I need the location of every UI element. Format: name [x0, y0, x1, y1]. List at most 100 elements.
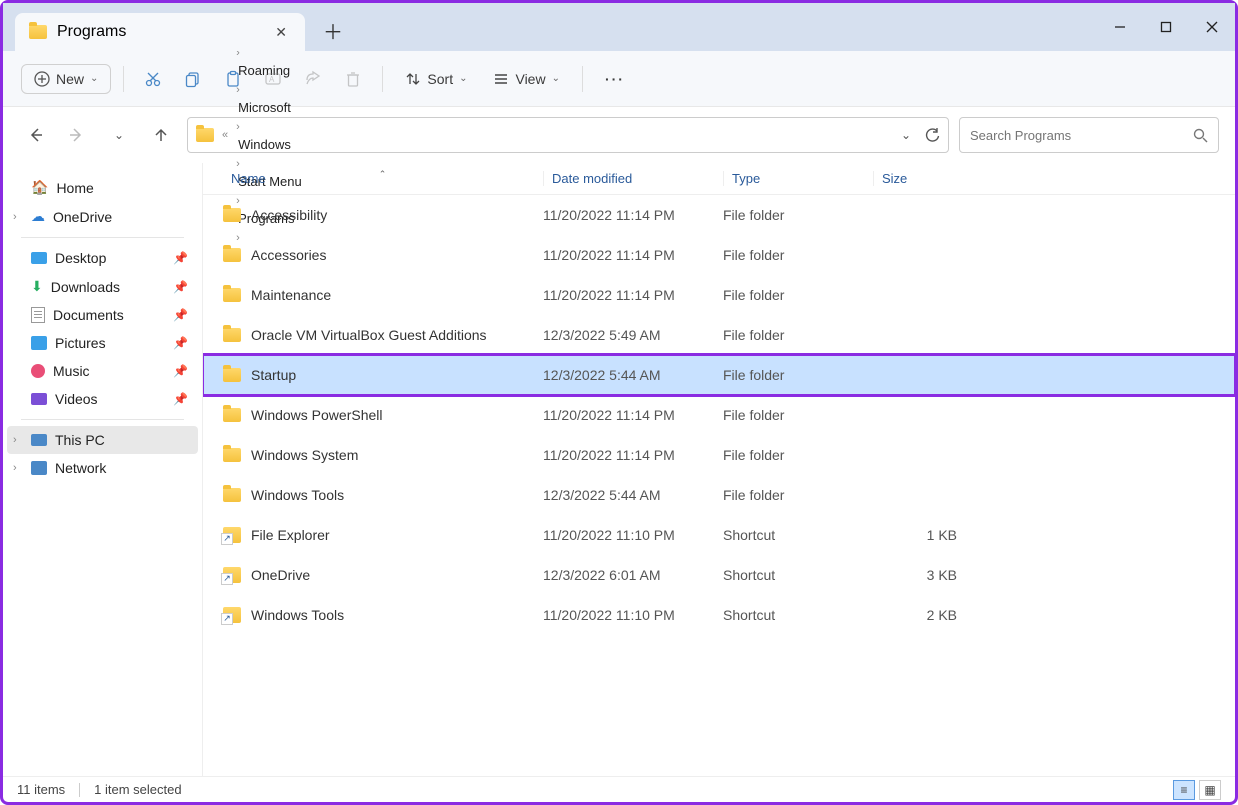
file-name: Windows Tools	[251, 487, 344, 503]
new-button[interactable]: New ⌄	[21, 64, 111, 94]
sidebar-item-home[interactable]: 🏠 Home	[7, 173, 198, 202]
file-name: OneDrive	[251, 567, 310, 583]
folder-icon	[223, 448, 241, 462]
tab-title: Programs	[57, 23, 126, 41]
pictures-icon	[31, 336, 47, 350]
docs-icon	[31, 307, 45, 323]
file-row[interactable]: Windows Tools12/3/2022 5:44 AMFile folde…	[203, 475, 1235, 515]
file-row[interactable]: Windows System11/20/2022 11:14 PMFile fo…	[203, 435, 1235, 475]
file-date: 11/20/2022 11:14 PM	[543, 207, 723, 223]
column-label: Date modified	[552, 171, 632, 186]
file-type: Shortcut	[723, 567, 873, 583]
file-type: File folder	[723, 407, 873, 423]
column-name[interactable]: ⌃ Name	[223, 171, 543, 186]
minimize-button[interactable]	[1097, 7, 1143, 47]
sidebar-item-label: This PC	[55, 432, 105, 448]
chevron-right-icon[interactable]: ›	[234, 84, 242, 96]
sidebar-item-music[interactable]: Music📌	[7, 357, 198, 385]
up-button[interactable]	[145, 119, 177, 151]
file-size: 2 KB	[873, 607, 973, 623]
sidebar-item-videos[interactable]: Videos📌	[7, 385, 198, 413]
view-label: View	[515, 71, 545, 87]
pin-icon[interactable]: 📌	[173, 308, 188, 322]
close-tab-icon[interactable]: ✕	[271, 20, 291, 45]
status-item-count: 11 items	[17, 782, 65, 797]
sidebar-item-downloads[interactable]: ⬇Downloads📌	[7, 272, 198, 301]
refresh-button[interactable]	[925, 128, 940, 143]
sidebar-item-label: Home	[56, 180, 93, 196]
file-date: 12/3/2022 5:49 AM	[543, 327, 723, 343]
sidebar-item-onedrive[interactable]: › ☁ OneDrive	[7, 202, 198, 231]
file-row[interactable]: Accessories11/20/2022 11:14 PMFile folde…	[203, 235, 1235, 275]
tab-programs[interactable]: Programs ✕	[15, 13, 305, 51]
recent-button[interactable]: ⌄	[103, 119, 135, 151]
file-row[interactable]: Maintenance11/20/2022 11:14 PMFile folde…	[203, 275, 1235, 315]
file-date: 11/20/2022 11:14 PM	[543, 247, 723, 263]
sidebar-item-documents[interactable]: Documents📌	[7, 301, 198, 329]
pin-icon[interactable]: 📌	[173, 280, 188, 294]
pin-icon[interactable]: 📌	[173, 364, 188, 378]
chevron-down-icon: ⌄	[90, 73, 98, 84]
folder-icon	[223, 248, 241, 262]
separator	[21, 419, 184, 420]
column-size[interactable]: Size	[873, 171, 973, 186]
share-button[interactable]	[296, 64, 330, 94]
file-row[interactable]: Oracle VM VirtualBox Guest Additions12/3…	[203, 315, 1235, 355]
file-row[interactable]: Startup12/3/2022 5:44 AMFile folder	[203, 355, 1235, 395]
search-box[interactable]	[959, 117, 1219, 153]
file-row[interactable]: File Explorer11/20/2022 11:10 PMShortcut…	[203, 515, 1235, 555]
chevron-right-icon[interactable]: ›	[13, 211, 17, 223]
file-type: Shortcut	[723, 607, 873, 623]
forward-button[interactable]	[61, 119, 93, 151]
close-window-button[interactable]	[1189, 7, 1235, 47]
sidebar-item-thispc[interactable]: › This PC	[7, 426, 198, 454]
file-row[interactable]: Accessibility11/20/2022 11:14 PMFile fol…	[203, 195, 1235, 235]
view-thumbnails-button[interactable]: ▦	[1199, 780, 1221, 800]
file-name: Accessories	[251, 247, 326, 263]
breadcrumb-overflow[interactable]: «	[220, 129, 230, 141]
cut-button[interactable]	[136, 64, 170, 94]
column-date[interactable]: Date modified	[543, 171, 723, 186]
sidebar-item-label: Desktop	[55, 250, 106, 266]
sidebar: 🏠 Home › ☁ OneDrive Desktop📌⬇Downloads📌D…	[3, 163, 203, 776]
back-button[interactable]	[19, 119, 51, 151]
breadcrumb-item[interactable]: Windows	[234, 135, 306, 154]
column-type[interactable]: Type	[723, 171, 873, 186]
column-label: Type	[732, 171, 760, 186]
new-tab-button[interactable]: ＋	[313, 10, 353, 51]
plus-circle-icon	[34, 71, 50, 87]
chevron-right-icon[interactable]: ›	[13, 434, 17, 446]
separator	[79, 783, 80, 797]
file-date: 12/3/2022 6:01 AM	[543, 567, 723, 583]
folder-icon	[223, 368, 241, 382]
view-details-button[interactable]: ≡	[1173, 780, 1195, 800]
more-button[interactable]: ···	[595, 65, 635, 93]
chevron-right-icon[interactable]: ›	[234, 121, 242, 133]
column-headers: ⌃ Name Date modified Type Size	[203, 163, 1235, 195]
address-dropdown[interactable]: ⌄	[901, 128, 911, 143]
file-row[interactable]: Windows Tools11/20/2022 11:10 PMShortcut…	[203, 595, 1235, 635]
breadcrumb-item[interactable]: Microsoft	[234, 98, 306, 117]
pin-icon[interactable]: 📌	[173, 336, 188, 350]
sidebar-item-desktop[interactable]: Desktop 📌	[7, 244, 198, 272]
sidebar-item-pictures[interactable]: Pictures📌	[7, 329, 198, 357]
pin-icon[interactable]: 📌	[173, 392, 188, 406]
search-input[interactable]	[970, 128, 1185, 143]
folder-icon	[29, 25, 47, 39]
copy-button[interactable]	[176, 64, 210, 94]
sort-button[interactable]: Sort ⌄	[395, 65, 477, 93]
pin-icon[interactable]: 📌	[173, 251, 188, 265]
chevron-right-icon[interactable]: ›	[13, 462, 17, 474]
maximize-button[interactable]	[1143, 7, 1189, 47]
address-bar[interactable]: « AppData›Roaming›Microsoft›Windows›Star…	[187, 117, 949, 153]
separator	[123, 66, 124, 92]
view-button[interactable]: View ⌄	[483, 65, 569, 93]
sidebar-item-network[interactable]: › Network	[7, 454, 198, 482]
delete-button[interactable]	[336, 64, 370, 94]
file-row[interactable]: Windows PowerShell11/20/2022 11:14 PMFil…	[203, 395, 1235, 435]
desktop-icon	[31, 252, 47, 264]
file-type: File folder	[723, 487, 873, 503]
file-type: Shortcut	[723, 527, 873, 543]
file-row[interactable]: OneDrive12/3/2022 6:01 AMShortcut3 KB	[203, 555, 1235, 595]
rename-button[interactable]: A	[256, 64, 290, 94]
